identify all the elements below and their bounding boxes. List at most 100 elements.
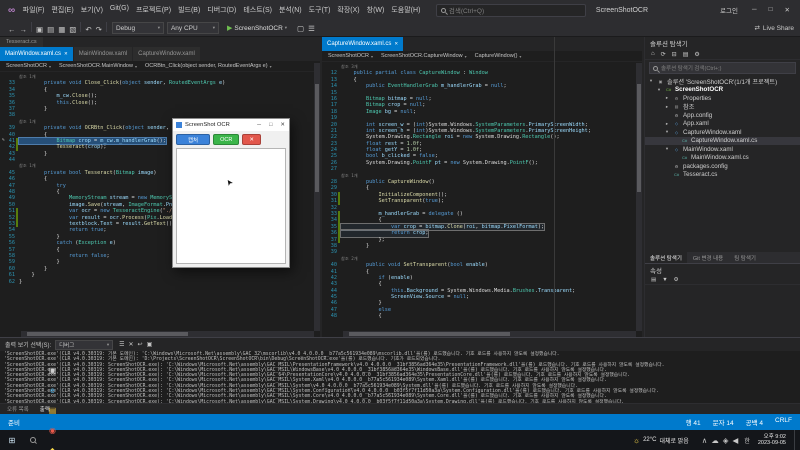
expander-icon[interactable]: ▾ — [648, 78, 654, 84]
start-button[interactable]: ⊞ — [2, 430, 22, 450]
breadcrumb-item[interactable]: CaptureWindow()▾ — [475, 53, 522, 59]
live-share-button[interactable]: ⇄ Live Share — [754, 24, 794, 32]
nav-forward-icon[interactable]: → — [18, 25, 30, 34]
panel-tab[interactable]: 팀 탐색기 — [729, 252, 761, 263]
home-icon[interactable]: ⌂ — [649, 51, 657, 57]
minimize-icon[interactable]: ─ — [256, 122, 262, 128]
save-all-icon[interactable]: ▧ — [67, 25, 78, 34]
notification-area[interactable] — [794, 430, 798, 450]
signin-button[interactable]: 로그인 — [720, 5, 738, 15]
panel-tab[interactable]: 오류 목록 — [2, 404, 34, 414]
task-view-icon[interactable]: ▣ — [43, 360, 62, 380]
taskbar-clock[interactable]: 오후 9:02 2023-09-05 — [758, 434, 786, 447]
toggle-output-icon[interactable]: ▣ — [145, 342, 155, 348]
menu-item[interactable]: 도움말(H) — [388, 3, 424, 17]
expander-icon[interactable]: ▾ — [664, 129, 670, 135]
menu-item[interactable]: 확장(X) — [334, 3, 363, 17]
horizontal-scrollbar[interactable] — [343, 331, 636, 337]
dialog-button[interactable]: ✕ — [242, 134, 261, 145]
dialog-title-bar[interactable]: ScreenShot OCR ─□✕ — [173, 119, 289, 131]
tray-chevron-icon[interactable]: ∧ — [700, 436, 710, 445]
tree-item[interactable]: ▾◇MainWindow.xaml — [645, 145, 800, 154]
more-tools-icon[interactable]: ☰ — [306, 24, 317, 33]
vertical-scrollbar[interactable] — [314, 63, 320, 331]
editor-tab[interactable]: CaptureWindow.xaml — [133, 47, 200, 61]
expander-icon[interactable]: ▾ — [664, 146, 670, 152]
menu-item[interactable]: 보기(V) — [77, 3, 106, 17]
attach-debugger-icon[interactable]: ▢ — [295, 24, 306, 33]
undo-icon[interactable]: ↶ — [83, 25, 93, 34]
breadcrumb-item[interactable]: ScreenShotOCR.MainWindow▾ — [59, 63, 137, 69]
breadcrumb-item[interactable]: ScreenShotOCR.CaptureWindow▾ — [381, 53, 467, 59]
ocr-result-textbox[interactable] — [176, 148, 286, 264]
dialog-button[interactable]: 캡처 — [176, 134, 210, 145]
alphabetical-icon[interactable]: ▼ — [660, 277, 669, 283]
codelens-references[interactable]: 참조 3개 — [341, 64, 358, 69]
menu-item[interactable]: 창(W) — [363, 3, 388, 17]
quick-search-input[interactable]: 검색(Ctrl+Q) — [436, 4, 586, 17]
tree-item[interactable]: C#Tesseract.cs — [645, 171, 800, 180]
expander-icon[interactable]: ▾ — [656, 87, 662, 93]
close-icon[interactable]: ✕ — [394, 41, 398, 47]
close-icon[interactable]: ✕ — [279, 122, 286, 128]
panel-tab[interactable]: Git 변경 내용 — [688, 252, 728, 263]
properties-grid[interactable] — [645, 285, 800, 337]
editor-tab[interactable]: MainWindow.xaml — [74, 47, 132, 61]
nav-back-icon[interactable]: ← — [6, 25, 18, 34]
open-file-icon[interactable]: ▤ — [45, 25, 56, 34]
close-icon[interactable]: ✕ — [64, 51, 68, 57]
start-debugging-button[interactable]: ▶ ScreenShotOCR ▾ — [222, 24, 292, 32]
codelens-references[interactable]: 참조 1개 — [19, 163, 36, 168]
taskbar-search-button[interactable] — [23, 430, 42, 450]
clear-all-icon[interactable]: ✕ — [127, 342, 136, 348]
breadcrumb-item[interactable]: ScreenShotOCR▾ — [6, 63, 51, 69]
menu-item[interactable]: 테스트(S) — [240, 3, 276, 17]
expander-icon[interactable]: ▸ — [664, 95, 670, 101]
screenshot-ocr-app-window[interactable]: ScreenShot OCR ─□✕ 캡처OCR✕ — [172, 118, 290, 268]
properties-icon[interactable]: ⚙ — [692, 51, 701, 58]
close-icon[interactable]: ✕ — [779, 6, 796, 14]
codelens-references[interactable]: 참조 1개 — [19, 119, 36, 124]
maximize-icon[interactable]: □ — [763, 6, 779, 14]
ime-indicator[interactable]: 한 — [744, 436, 750, 445]
output-source-dropdown[interactable]: 디버그▾ — [55, 340, 113, 350]
code-editor[interactable]: 참조 3개12 public partial class CaptureWind… — [322, 62, 642, 337]
collapse-all-icon[interactable]: ⊟ — [670, 51, 679, 58]
platform-dropdown[interactable]: Any CPU▾ — [167, 22, 219, 34]
maximize-icon[interactable]: □ — [268, 122, 273, 128]
show-all-files-icon[interactable]: ▤ — [681, 51, 691, 58]
dialog-button[interactable]: OCR — [213, 134, 239, 145]
onedrive-icon[interactable]: ☁ — [709, 436, 721, 445]
expander-icon[interactable]: ▸ — [664, 104, 670, 110]
tree-item[interactable]: ▾C#ScreenShotOCR — [645, 86, 800, 95]
menu-item[interactable]: 분석(N) — [275, 3, 305, 17]
tree-item[interactable]: ⚙App.config — [645, 111, 800, 120]
redo-icon[interactable]: ↷ — [94, 25, 104, 34]
new-project-icon[interactable]: ▣ — [34, 25, 45, 34]
output-list-icon[interactable]: ☰ — [117, 342, 126, 348]
editor-tab[interactable]: MainWindow.xaml.cs✕ — [0, 47, 73, 61]
pinned-editor-tab[interactable]: Tesseract.cs — [0, 37, 43, 47]
horizontal-scrollbar[interactable] — [21, 331, 314, 337]
menu-item[interactable]: 프로젝트(P) — [132, 3, 174, 17]
pinned-app-icon[interactable]: ◆ — [43, 440, 62, 450]
tree-item[interactable]: C#CaptureWindow.xaml.cs — [645, 137, 800, 146]
expander-icon[interactable]: ▸ — [664, 121, 670, 127]
menu-item[interactable]: 디버그(D) — [204, 3, 240, 17]
menu-item[interactable]: 파일(F) — [19, 3, 48, 17]
property-pages-icon[interactable]: ⚙ — [672, 277, 681, 283]
network-icon[interactable]: ◈ — [721, 436, 731, 445]
word-wrap-icon[interactable]: ↩ — [136, 342, 145, 348]
edge-icon[interactable]: e — [43, 380, 62, 400]
menu-item[interactable]: 빌드(B) — [175, 3, 204, 17]
breadcrumb-item[interactable]: OCRBtn_Click(object sender, RoutedEventA… — [145, 63, 272, 69]
breadcrumb-item[interactable]: ScreenShotOCR▾ — [328, 53, 373, 59]
codelens-references[interactable]: 참조 1개 — [341, 173, 358, 178]
codelens-references[interactable]: 참조 2개 — [341, 256, 358, 261]
tree-item[interactable]: ▸◇App.xaml — [645, 120, 800, 129]
configuration-dropdown[interactable]: Debug▾ — [112, 22, 164, 34]
solution-explorer-search-input[interactable]: 솔루션 탐색기 검색(Ctrl+;) — [649, 62, 796, 74]
editor-tab[interactable]: CaptureWindow.xaml.cs✕ — [322, 37, 403, 51]
weather-widget[interactable]: ☼ 22°C 대체로 맑음 — [629, 436, 693, 445]
tree-item[interactable]: ⚙packages.config — [645, 162, 800, 171]
